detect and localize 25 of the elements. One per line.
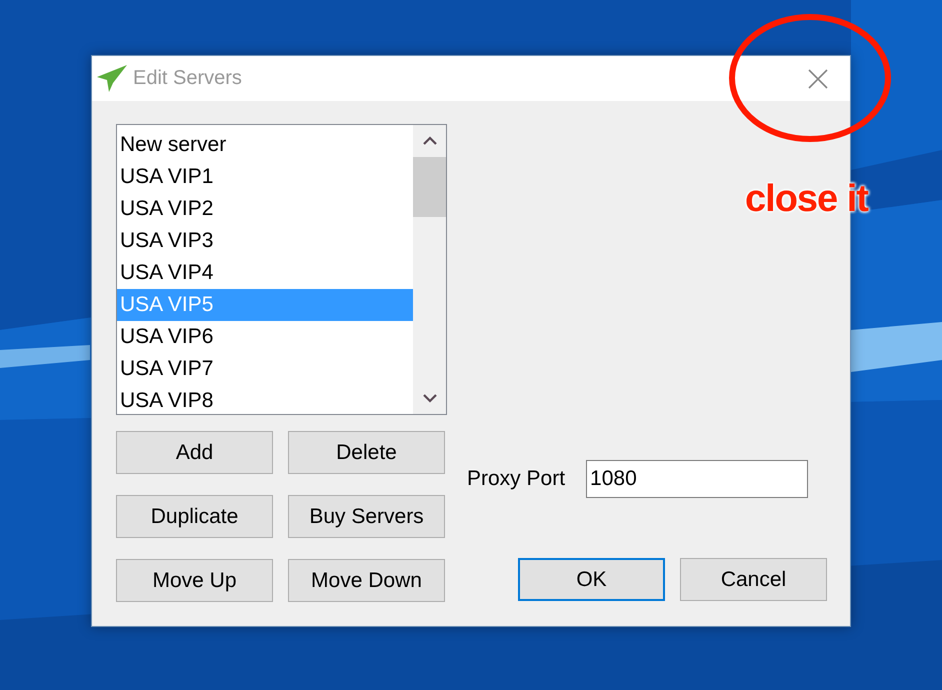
paper-plane-icon	[97, 64, 127, 92]
scroll-down-icon[interactable]	[422, 393, 436, 403]
list-button[interactable]: Move Down	[288, 559, 445, 602]
list-item[interactable]: USA VIP1	[117, 161, 413, 193]
scroll-thumb[interactable]	[413, 157, 446, 217]
proxy-port-field[interactable]: 1080	[586, 460, 808, 498]
close-icon[interactable]	[808, 68, 828, 88]
list-item[interactable]: USA VIP3	[117, 225, 413, 257]
server-list[interactable]: New server USA VIP1 USA VIP2 USA VIP3 USA VIP4 USA VIP5 USA VIP6 USA VIP7 USA VIP8	[116, 124, 447, 415]
list-item[interactable]: USA VIP4	[117, 257, 413, 289]
list-button[interactable]: Add	[116, 431, 273, 474]
list-item[interactable]: USA VIP7	[117, 353, 413, 385]
list-item[interactable]: USA VIP6	[117, 321, 413, 353]
dialog-button[interactable]: OK	[518, 558, 665, 601]
list-button[interactable]: Delete	[288, 431, 445, 474]
window-title: Edit Servers	[133, 67, 242, 90]
list-button[interactable]: Buy Servers	[288, 495, 445, 538]
proxy-port-label: Proxy Port	[467, 467, 566, 491]
list-item[interactable]: USA VIP8	[117, 385, 413, 417]
scroll-up-icon[interactable]	[422, 136, 436, 146]
list-item[interactable]: New server	[117, 129, 413, 161]
list-button[interactable]: Duplicate	[116, 495, 273, 538]
list-button[interactable]: Move Up	[116, 559, 273, 602]
dialog-button[interactable]: Cancel	[680, 558, 827, 601]
list-item[interactable]: USA VIP2	[117, 193, 413, 225]
